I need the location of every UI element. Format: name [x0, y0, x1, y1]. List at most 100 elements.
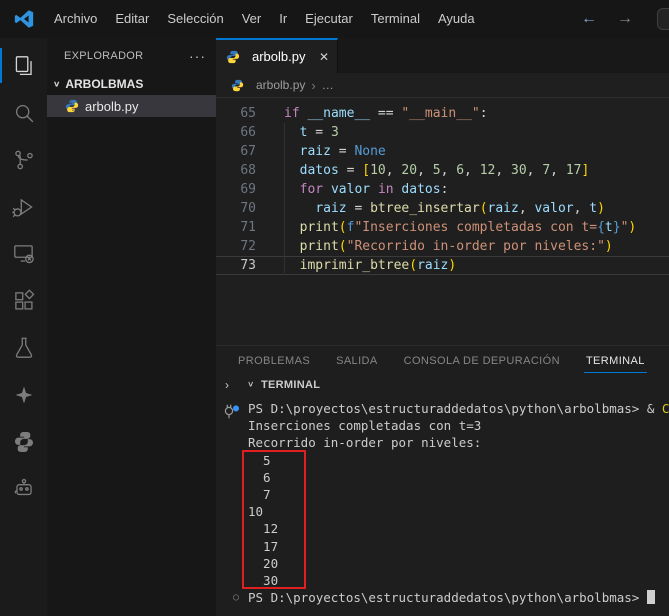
explorer-sidebar: EXPLORADOR ··· ∨ ARBOLBMAS arbolb.py	[47, 38, 216, 616]
sparkle-icon	[11, 382, 37, 408]
menu-item-selección[interactable]: Selección	[158, 7, 232, 31]
code-text: for valor in datos:	[284, 180, 448, 199]
file-row-arbolb-py[interactable]: arbolb.py	[47, 95, 216, 117]
python-file-icon	[231, 79, 244, 92]
bottom-panel: PROBLEMAS SALIDA CONSOLA DE DEPURACIÓN TERM…	[216, 345, 669, 616]
menu-item-ejecutar[interactable]: Ejecutar	[296, 7, 362, 31]
code-text: raiz = btree_insertar(raiz, valor, t)	[284, 199, 605, 218]
code-line-66[interactable]: 66 t = 3	[216, 123, 669, 142]
search-icon	[11, 100, 37, 126]
terminal-line: ●PS D:\proyectos\estructuraddedatos\pyth…	[216, 400, 669, 417]
terminal-section-label: TERMINAL	[261, 379, 320, 391]
python-file-icon	[65, 99, 79, 113]
activity-sparkle-icon[interactable]	[0, 371, 47, 418]
activity-search-icon[interactable]	[0, 89, 47, 136]
activity-explorer-icon[interactable]	[0, 42, 47, 89]
activity-source-control-icon[interactable]	[0, 136, 47, 183]
code-text: raiz = None	[284, 142, 386, 161]
run-debug-icon	[11, 194, 37, 220]
line-number: 67	[216, 142, 256, 161]
close-icon[interactable]: ✕	[319, 50, 329, 64]
source-control-icon	[11, 147, 37, 173]
forward-arrow-icon[interactable]: →	[617, 10, 633, 28]
menu-item-terminal[interactable]: Terminal	[362, 7, 429, 31]
menu-item-editar[interactable]: Editar	[106, 7, 158, 31]
explorer-icon	[11, 53, 37, 79]
code-text: datos = [10, 20, 5, 6, 12, 30, 7, 17]	[284, 161, 589, 180]
folder-name: ARBOLBMAS	[65, 77, 143, 91]
panel-tab-salida[interactable]: SALIDA	[336, 346, 378, 376]
activity-run-debug-icon[interactable]	[0, 183, 47, 230]
folder-row-arbolbmas[interactable]: ∨ ARBOLBMAS	[47, 73, 216, 95]
line-number: 73	[216, 256, 256, 275]
history-navigation: ← →	[581, 0, 633, 38]
command-decoration-icon: ●	[233, 400, 239, 417]
code-text: print(f"Inserciones completadas con t={t…	[284, 218, 636, 237]
code-line-69[interactable]: 69 for valor in datos:	[216, 180, 669, 199]
menu-bar: ArchivoEditarSelecciónVerIrEjecutarTermi…	[45, 0, 484, 38]
explorer-more-actions-icon[interactable]: ···	[189, 48, 206, 64]
terminal[interactable]: ●PS D:\proyectos\estructuraddedatos\pyth…	[216, 398, 669, 616]
code-line-70[interactable]: 70 raiz = btree_insertar(raiz, valor, t)	[216, 199, 669, 218]
chevron-down-icon[interactable]: ∨	[247, 380, 254, 389]
code-line-65[interactable]: 65 if __name__ == "__main__":	[216, 104, 669, 123]
python-file-icon	[226, 50, 240, 64]
vscode-logo-icon	[13, 8, 35, 30]
breadcrumb-file: arbolb.py	[256, 78, 305, 92]
line-number: 71	[216, 218, 256, 237]
code-line-68[interactable]: 68 datos = [10, 20, 5, 6, 12, 30, 7, 17]	[216, 161, 669, 180]
code-editor[interactable]: 6465if __name__ == "__main__":66 t = 367…	[216, 98, 669, 345]
line-number: 68	[216, 161, 256, 180]
testing-icon	[11, 335, 37, 361]
tab-label: arbolb.py	[252, 49, 305, 64]
command-decoration-icon: ○	[233, 589, 239, 606]
file-name: arbolb.py	[85, 99, 138, 114]
panel-tab-consola-de-depuración[interactable]: CONSOLA DE DEPURACIÓN	[404, 346, 560, 376]
remote-explorer-icon	[11, 241, 37, 267]
chevron-down-icon: ∨	[53, 80, 60, 89]
code-text: t = 3	[284, 123, 339, 142]
line-number: 66	[216, 123, 256, 142]
menu-item-ir[interactable]: Ir	[270, 7, 296, 31]
terminal-cursor	[647, 590, 655, 604]
python-icon	[11, 429, 37, 455]
panel-tab-bar: PROBLEMAS SALIDA CONSOLA DE DEPURACIÓN TERM…	[216, 346, 669, 376]
command-center-searchbox[interactable]	[657, 8, 669, 30]
explorer-title: EXPLORADOR	[64, 50, 189, 62]
terminal-line: ○PS D:\proyectos\estructuraddedatos\pyth…	[216, 589, 669, 606]
activity-remote-explorer-icon[interactable]	[0, 230, 47, 277]
breadcrumb-separator: ›	[311, 78, 315, 93]
menu-item-archivo[interactable]: Archivo	[45, 7, 106, 31]
menu-item-ver[interactable]: Ver	[233, 7, 271, 31]
code-line-72[interactable]: 72 print("Recorrido in-order por niveles…	[216, 237, 669, 256]
terminal-section-header: › ∨ TERMINAL	[216, 376, 669, 398]
panel-tab-problemas[interactable]: PROBLEMAS	[238, 346, 310, 376]
breadcrumb-symbol-more: …	[322, 78, 334, 92]
code-line-73[interactable]: 73 imprimir_btree(raiz)	[216, 256, 669, 275]
activity-extensions-icon[interactable]	[0, 277, 47, 324]
menu-item-ayuda[interactable]: Ayuda	[429, 7, 484, 31]
activity-testing-icon[interactable]	[0, 324, 47, 371]
activity-bar	[0, 38, 47, 616]
tab-arbolb-py[interactable]: arbolb.py ✕	[216, 38, 338, 73]
annotation-red-box	[242, 450, 306, 589]
titlebar: ArchivoEditarSelecciónVerIrEjecutarTermi…	[0, 0, 669, 38]
chevron-right-icon[interactable]: ›	[225, 378, 229, 392]
back-arrow-icon[interactable]: ←	[581, 10, 597, 28]
robot-icon	[11, 476, 37, 502]
panel-tab-terminal[interactable]: TERMINAL	[586, 346, 645, 376]
code-line-67[interactable]: 67 raiz = None	[216, 142, 669, 161]
code-line-71[interactable]: 71 print(f"Inserciones completadas con t…	[216, 218, 669, 237]
line-number: 69	[216, 180, 256, 199]
line-number: 65	[216, 104, 256, 123]
activity-robot-icon[interactable]	[0, 465, 47, 512]
breadcrumb[interactable]: arbolb.py › …	[216, 73, 669, 98]
activity-python-icon[interactable]	[0, 418, 47, 465]
code-text: if __name__ == "__main__":	[284, 104, 488, 123]
editor-tab-bar: arbolb.py ✕	[216, 38, 669, 73]
line-number: 70	[216, 199, 256, 218]
terminal-line: Recorrido in-order por niveles:	[216, 434, 669, 451]
code-text: print("Recorrido in-order por niveles:")	[284, 237, 613, 256]
terminal-line: Inserciones completadas con t=3	[216, 417, 669, 434]
extensions-icon	[11, 288, 37, 314]
